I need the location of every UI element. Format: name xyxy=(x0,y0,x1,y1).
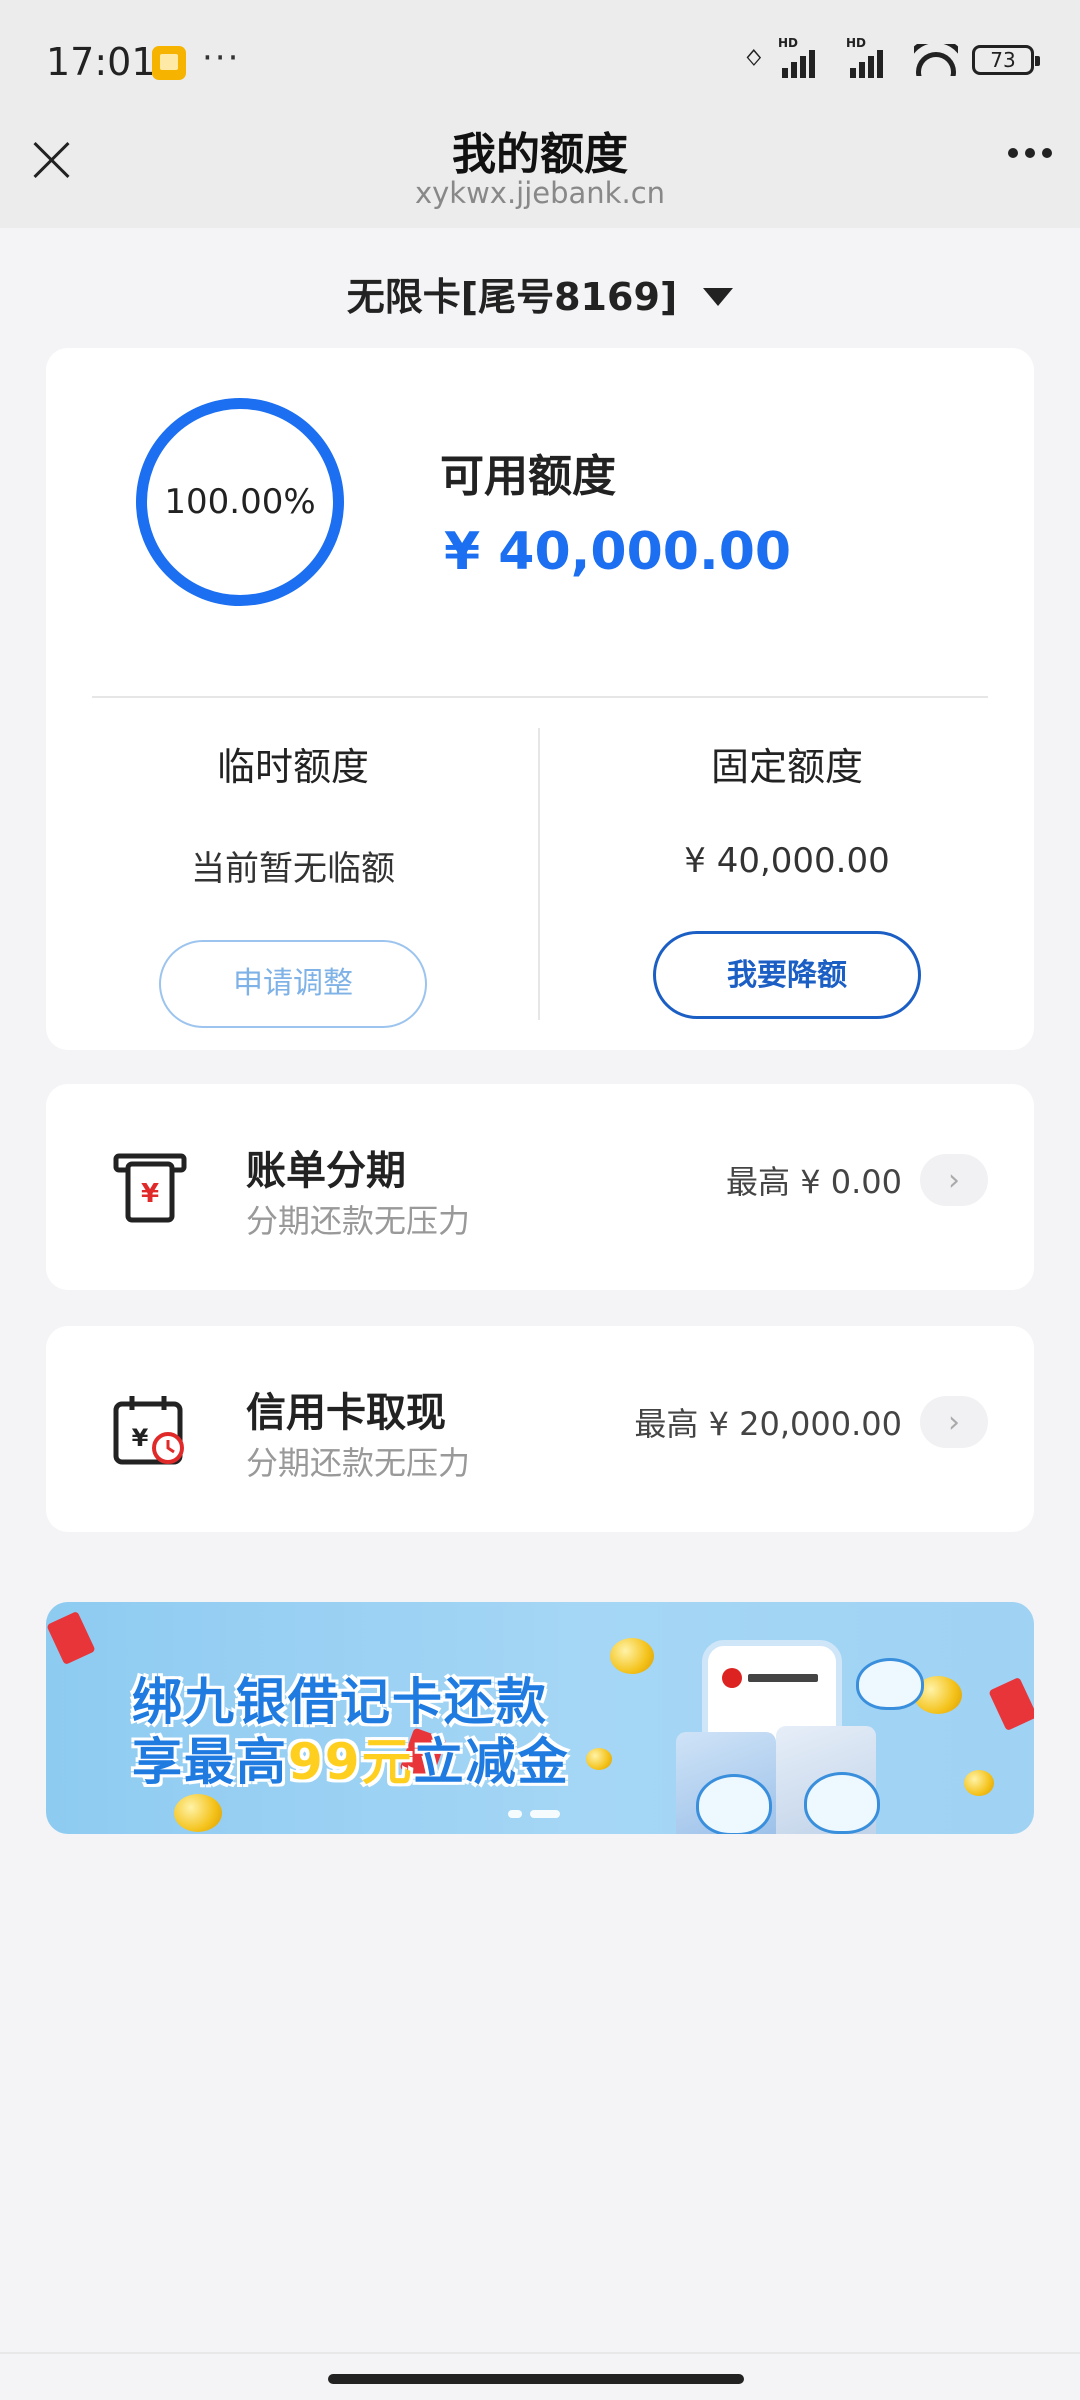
fixed-quota-title: 固定额度 xyxy=(710,745,863,789)
coin-icon xyxy=(964,1770,994,1796)
cash-advance-row[interactable]: ¥ 信用卡取现 分期还款无压力 最高 ¥ 20,000.00 › xyxy=(46,1326,1034,1532)
red-envelope-icon xyxy=(46,1610,96,1666)
more-icon[interactable] xyxy=(1008,148,1052,158)
divider xyxy=(92,696,988,698)
notification-app-icon xyxy=(152,46,186,80)
reduce-quota-button[interactable]: 我要降额 xyxy=(653,931,921,1019)
red-envelope-icon xyxy=(988,1676,1034,1732)
mascot-illustration xyxy=(804,1772,880,1834)
available-amount: ¥ 40,000.00 xyxy=(444,522,792,582)
bill-installment-amount: 最高 ¥ 0.00 xyxy=(726,1163,902,1201)
bank-logo-icon xyxy=(722,1668,742,1688)
hd-label: HD xyxy=(778,36,799,50)
temporary-quota-value: 当前暂无临额 xyxy=(191,849,395,889)
caret-down-icon xyxy=(703,287,734,306)
fixed-quota: 固定额度 ¥ 40,000.00 我要降额 xyxy=(540,726,1034,1019)
carousel-indicator xyxy=(508,1810,560,1818)
bluetooth-icon: ᛜ xyxy=(743,40,764,80)
cash-advance-subtitle: 分期还款无压力 xyxy=(246,1444,471,1482)
banner-text: 立减金 xyxy=(413,1733,570,1791)
cash-advance-icon: ¥ xyxy=(110,1390,190,1470)
status-icons: ᛜ HD HD 73 xyxy=(743,36,1040,80)
wifi-icon xyxy=(914,44,958,76)
mascot-illustration xyxy=(856,1658,924,1710)
bill-installment-subtitle: 分期还款无压力 xyxy=(246,1202,471,1240)
svg-text:¥: ¥ xyxy=(132,1424,149,1452)
chevron-right-icon[interactable]: › xyxy=(920,1154,988,1206)
apply-adjust-button[interactable]: 申请调整 xyxy=(159,940,427,1028)
coin-icon xyxy=(586,1748,612,1770)
battery-icon: 73 xyxy=(972,45,1040,75)
banner-highlight: 99元 xyxy=(288,1733,414,1791)
quota-ratio: 100.00% xyxy=(164,482,316,522)
bill-installment-icon: ¥ xyxy=(110,1148,190,1228)
banner-text: 享最高 xyxy=(132,1733,288,1791)
top-bar: 17:01 ··· ᛜ HD HD 73 我的额度 xykwx.jjebank.… xyxy=(0,0,1080,228)
signal-icon-2: HD xyxy=(846,36,900,78)
temporary-quota: 临时额度 当前暂无临额 申请调整 xyxy=(46,726,540,1028)
cash-advance-amount: 最高 ¥ 20,000.00 xyxy=(634,1405,902,1443)
bottom-divider xyxy=(0,2352,1080,2354)
coin-icon xyxy=(174,1794,222,1832)
bank-name-graphic xyxy=(748,1674,818,1682)
status-more-indicator: ··· xyxy=(202,38,241,78)
available-label: 可用额度 xyxy=(440,451,616,502)
fixed-quota-value: ¥ 40,000.00 xyxy=(684,841,890,881)
hd-label: HD xyxy=(846,36,867,50)
coin-icon xyxy=(610,1638,654,1674)
mascot-illustration xyxy=(696,1774,772,1834)
cash-advance-title: 信用卡取现 xyxy=(246,1390,446,1436)
bill-installment-title: 账单分期 xyxy=(246,1148,406,1194)
quota-panel: 100.00% 可用额度 ¥ 40,000.00 临时额度 当前暂无临额 申请调… xyxy=(46,348,1034,1050)
bill-installment-row[interactable]: ¥ 账单分期 分期还款无压力 最高 ¥ 0.00 › xyxy=(46,1084,1034,1290)
card-selector-label: 无限卡[尾号8169] xyxy=(346,275,678,319)
quota-ring: 100.00% xyxy=(136,398,344,606)
battery-level: 73 xyxy=(990,48,1016,72)
page-url: xykwx.jjebank.cn xyxy=(414,176,666,210)
page-title: 我的额度 xyxy=(452,129,628,180)
home-indicator[interactable] xyxy=(328,2374,744,2384)
status-time: 17:01 xyxy=(46,40,156,84)
promo-banner[interactable]: 绑九银借记卡还款 享最高99元立减金 xyxy=(46,1602,1034,1834)
chevron-right-icon[interactable]: › xyxy=(920,1396,988,1448)
banner-subheadline: 享最高99元立减金 xyxy=(132,1722,570,1794)
signal-icon: HD xyxy=(778,36,832,78)
card-selector[interactable]: 无限卡[尾号8169] xyxy=(0,266,1080,321)
temporary-quota-title: 临时额度 xyxy=(216,745,369,789)
svg-text:¥: ¥ xyxy=(141,1179,159,1209)
